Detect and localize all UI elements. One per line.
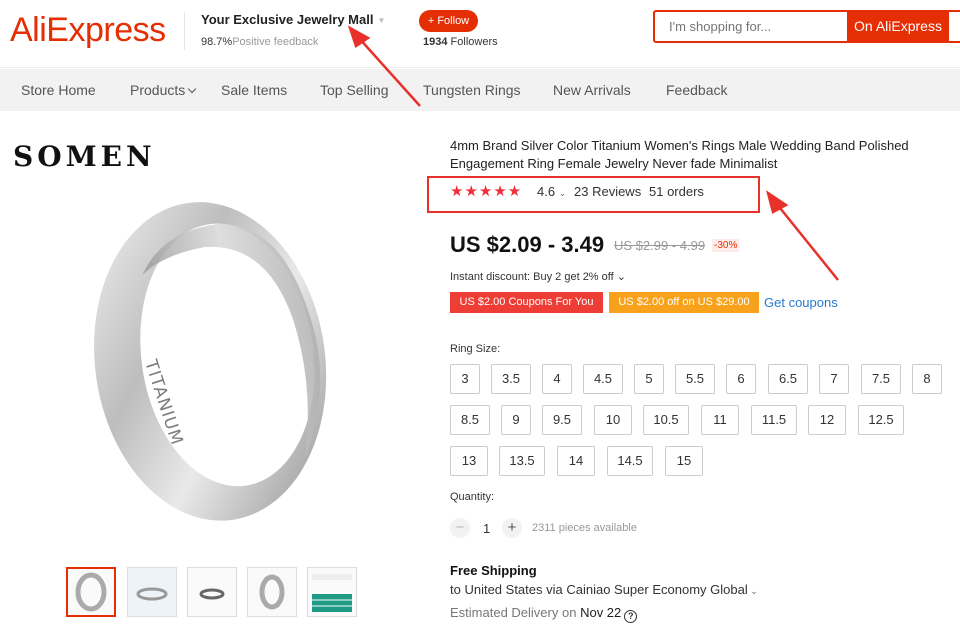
nav-products-label[interactable]: Products	[130, 82, 185, 98]
store-coupon-badge[interactable]: US $2.00 off on US $29.00	[609, 292, 759, 313]
search-input[interactable]	[655, 12, 847, 41]
size-option[interactable]: 12	[808, 405, 846, 435]
size-option[interactable]: 5.5	[675, 364, 715, 394]
store-nav: Store Home Products Sale Items Top Selli…	[0, 69, 960, 111]
annotation-arrowhead-rating	[765, 190, 789, 214]
size-option[interactable]: 3.5	[491, 364, 531, 394]
followers-count: 1934 Followers	[423, 36, 498, 48]
size-option[interactable]: 3	[450, 364, 480, 394]
search-bar: On AliExpress	[653, 10, 960, 43]
store-name[interactable]: Your Exclusive Jewelry Mall ▼	[201, 12, 385, 27]
delivery-date: Nov 22	[580, 605, 622, 620]
size-option[interactable]: 6	[726, 364, 756, 394]
product-image[interactable]: TITANIUM	[60, 170, 380, 550]
thumbnail-2[interactable]	[127, 567, 177, 617]
store-name-label[interactable]: Your Exclusive Jewelry Mall	[201, 12, 373, 27]
size-option[interactable]: 10.5	[643, 405, 689, 435]
store-feedback: 98.7%Positive feedback	[201, 36, 318, 48]
shipping-method-label[interactable]: to United States via Cainiao Super Econo…	[450, 582, 748, 597]
size-option[interactable]: 15	[665, 446, 703, 476]
product-title: 4mm Brand Silver Color Titanium Women's …	[450, 138, 909, 171]
shipping-title: Free Shipping	[450, 563, 537, 578]
size-option[interactable]: 8.5	[450, 405, 490, 435]
size-option[interactable]: 4.5	[583, 364, 623, 394]
size-option[interactable]: 13.5	[499, 446, 545, 476]
size-option[interactable]: 9.5	[542, 405, 582, 435]
size-option[interactable]: 7.5	[861, 364, 901, 394]
size-option[interactable]: 11.5	[751, 405, 797, 435]
nav-sale-items[interactable]: Sale Items	[221, 82, 287, 98]
thumbnail-5[interactable]	[307, 567, 357, 617]
size-option[interactable]: 8	[912, 364, 942, 394]
nav-feedback[interactable]: Feedback	[666, 82, 727, 98]
size-option[interactable]: 9	[501, 405, 531, 435]
reviews-link[interactable]: 23 Reviews	[574, 184, 641, 199]
size-option[interactable]: 11	[701, 405, 739, 435]
size-option[interactable]: 14	[557, 446, 595, 476]
ring-size-label: Ring Size:	[450, 343, 501, 355]
chevron-down-icon[interactable]: ⌄	[559, 188, 567, 198]
thumbnail-1[interactable]	[66, 567, 116, 617]
size-option[interactable]: 4	[542, 364, 572, 394]
followers-number: 1934	[423, 36, 448, 48]
nav-store-home[interactable]: Store Home	[21, 82, 96, 98]
followers-label: Followers	[450, 36, 498, 48]
nav-products[interactable]: Products	[130, 82, 197, 98]
orders-count: 51 orders	[649, 184, 704, 199]
estimated-delivery: Estimated Delivery on Nov 22?	[450, 605, 638, 623]
thumbnail-3[interactable]	[187, 567, 237, 617]
rating-stars: ★★★★★	[450, 183, 523, 200]
chevron-down-icon[interactable]	[188, 84, 197, 94]
chevron-down-icon[interactable]: ⌄	[614, 271, 626, 283]
follow-button[interactable]: + Follow	[419, 10, 478, 32]
quantity-value[interactable]: 1	[483, 521, 490, 536]
nav-top-selling[interactable]: Top Selling	[320, 82, 389, 98]
thumbnail-4[interactable]	[247, 567, 297, 617]
stock-available: 2311 pieces available	[532, 522, 637, 534]
caret-down-icon[interactable]: ▼	[377, 16, 385, 25]
size-option[interactable]: 14.5	[607, 446, 653, 476]
current-price: US $2.09 - 3.49	[450, 232, 605, 257]
quantity-increase-button[interactable]: +	[502, 518, 522, 538]
size-chart-thumb-icon	[312, 574, 352, 612]
instant-discount[interactable]: Instant discount: Buy 2 get 2% off ⌄	[450, 270, 626, 283]
discount-badge: -30%	[712, 239, 740, 252]
rating-number[interactable]: 4.6	[537, 184, 555, 199]
ring-thumb-icon	[128, 568, 176, 616]
shipping-method[interactable]: to United States via Cainiao Super Econo…	[450, 582, 758, 597]
ring-thumb-icon	[259, 574, 285, 610]
nav-tungsten-rings[interactable]: Tungsten Rings	[423, 82, 521, 98]
feedback-label: Positive feedback	[232, 36, 319, 48]
store-header: AliExpress Your Exclusive Jewelry Mall ▼ …	[0, 0, 960, 68]
help-icon[interactable]: ?	[624, 610, 638, 623]
original-price: US $2.99 - 4.99	[614, 238, 706, 253]
size-option[interactable]: 10	[594, 405, 632, 435]
size-option[interactable]: 13	[450, 446, 488, 476]
ring-thumb-icon	[199, 588, 225, 600]
aliexpress-logo[interactable]: AliExpress	[10, 11, 166, 50]
annotation-arrow-rating-line	[775, 202, 839, 281]
rating-value[interactable]: 4.6 ⌄	[537, 184, 566, 199]
quantity-decrease-button[interactable]: −	[450, 518, 470, 538]
coupon-badge[interactable]: US $2.00 Coupons For You	[450, 292, 603, 313]
chevron-down-icon[interactable]: ⌄	[748, 586, 758, 596]
ring-thumb-icon	[75, 572, 107, 612]
search-button[interactable]: On AliExpress	[847, 12, 949, 41]
feedback-percent: 98.7%	[201, 36, 233, 48]
nav-new-arrivals[interactable]: New Arrivals	[553, 82, 631, 98]
size-option[interactable]: 12.5	[858, 405, 904, 435]
size-option[interactable]: 5	[634, 364, 664, 394]
get-coupons-link[interactable]: Get coupons	[764, 295, 838, 310]
instant-discount-label[interactable]: Instant discount: Buy 2 get 2% off	[450, 271, 614, 283]
quantity-label: Quantity:	[450, 491, 495, 503]
header-divider	[184, 12, 185, 50]
size-option[interactable]: 6.5	[768, 364, 808, 394]
size-option[interactable]: 7	[819, 364, 849, 394]
delivery-label: Estimated Delivery on	[450, 605, 577, 620]
brand-logo: SOMEN	[13, 140, 156, 173]
